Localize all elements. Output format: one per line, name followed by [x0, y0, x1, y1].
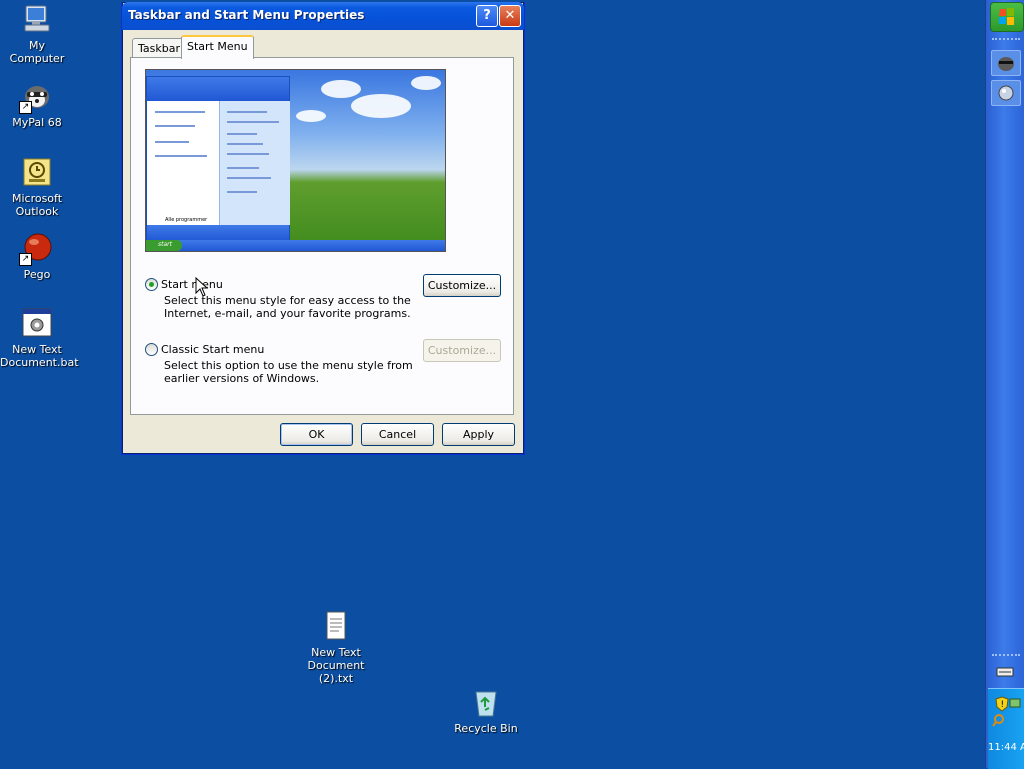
dialog-title-bar[interactable]: Taskbar and Start Menu Properties ? ✕	[122, 2, 524, 30]
keyboard-icon[interactable]	[991, 662, 1019, 686]
desktop-icon-txt-file[interactable]: New Text Document (2).txt	[299, 610, 373, 685]
apply-button[interactable]: Apply	[442, 423, 515, 446]
customize-classic-menu-button[interactable]: Customize...	[423, 339, 501, 362]
raccoon-browser-icon: ↗	[19, 80, 53, 114]
desktop-icon-mypal[interactable]: ↗ MyPal 68	[0, 80, 74, 129]
start-menu-radio[interactable]	[145, 278, 158, 291]
quick-launch-separator	[992, 38, 1020, 40]
security-shield-icon[interactable]: !	[988, 689, 1024, 729]
desktop-icon-label: My Computer	[9, 39, 65, 65]
shortcut-arrow-icon: ↗	[19, 253, 32, 266]
desktop-icon-label: Recycle Bin	[454, 722, 518, 735]
desktop-icon-label: Pego	[23, 268, 51, 281]
desktop-icon-my-computer[interactable]: My Computer	[0, 3, 74, 65]
windows-logo-icon	[999, 8, 1014, 25]
taskbar-clock[interactable]: 11:44 A	[988, 742, 1024, 753]
classic-start-menu-radio-label[interactable]: Classic Start menu	[161, 343, 264, 356]
desktop-icon-outlook[interactable]: Microsoft Outlook	[0, 156, 74, 218]
system-tray: !	[988, 688, 1024, 769]
start-menu-radio-label[interactable]: Start menu	[161, 278, 223, 291]
preview-start-menu: Alle programmer	[146, 76, 290, 242]
svg-text:!: !	[1001, 700, 1005, 710]
help-button[interactable]: ?	[476, 5, 498, 27]
tab-start-menu[interactable]: Start Menu	[181, 35, 254, 59]
close-button[interactable]: ✕	[499, 5, 521, 27]
desktop-icon-label: New Text Document (2).txt	[307, 646, 365, 685]
taskbar-start-menu-properties-dialog: Taskbar and Start Menu Properties ? ✕ Ta…	[121, 2, 525, 455]
shortcut-arrow-icon: ↗	[19, 101, 32, 114]
ok-button[interactable]: OK	[280, 423, 353, 446]
desktop-icon-bat-file[interactable]: New Text Document.bat	[0, 307, 79, 369]
computer-icon	[21, 3, 53, 35]
classic-start-menu-description: earlier versions of Windows.	[164, 372, 320, 385]
outlook-icon	[21, 156, 53, 188]
start-menu-preview-image: Alle programmer start	[145, 69, 446, 252]
batch-file-icon	[21, 307, 53, 339]
preview-start-label: start	[158, 241, 172, 248]
desktop-icon-label: MyPal 68	[12, 116, 62, 129]
desktop-icon-label: Microsoft Outlook	[11, 192, 63, 218]
desktop-icon-recycle-bin[interactable]: Recycle Bin	[449, 686, 523, 735]
desktop-icon-label: New Text Document.bat	[0, 343, 79, 369]
start-button[interactable]	[990, 2, 1024, 32]
classic-start-menu-radio[interactable]	[145, 343, 158, 356]
classic-start-menu-description: Select this option to use the menu style…	[164, 359, 413, 372]
text-file-icon	[320, 610, 352, 642]
desktop-icon-pego[interactable]: ↗ Pego	[0, 232, 74, 281]
preview-all-programs: Alle programmer	[165, 217, 208, 223]
red-ball-icon: ↗	[19, 232, 53, 266]
tab-taskbar[interactable]: Taskbar	[132, 38, 186, 58]
start-menu-description: Internet, e-mail, and your favorite prog…	[164, 307, 411, 320]
quicklaunch-mypal-icon[interactable]	[991, 50, 1021, 76]
customize-start-menu-button[interactable]: Customize...	[423, 274, 501, 297]
quick-launch-separator	[992, 654, 1020, 656]
dialog-title: Taskbar and Start Menu Properties	[128, 8, 365, 22]
taskbar: ! 11:44 A	[985, 0, 1024, 769]
recycle-bin-icon	[470, 686, 502, 718]
cancel-button[interactable]: Cancel	[361, 423, 434, 446]
quicklaunch-globe-icon[interactable]	[991, 80, 1021, 106]
